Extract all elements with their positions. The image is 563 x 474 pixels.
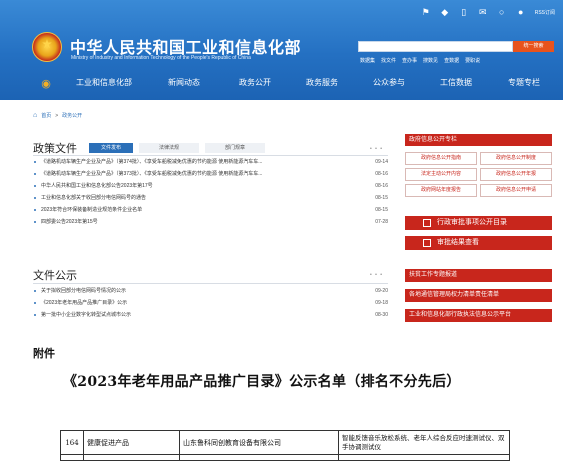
search-doc-icon — [423, 239, 431, 247]
nav-item-open-gov[interactable]: 政务公开 — [239, 77, 271, 88]
nav-item-miit[interactable]: 工业和信息化部 — [76, 77, 132, 88]
cell-product: 智能反馈音乐放松系统、老年人综合反应时速测试仪、双手协调测试仪 — [338, 430, 510, 455]
shield-icon[interactable]: ⚑ — [421, 7, 431, 17]
website-report-link[interactable]: 政府网站年度报告 — [405, 184, 477, 197]
mail-icon[interactable]: ✉ — [478, 7, 488, 17]
breadcrumb-home[interactable]: 首页 — [41, 112, 51, 119]
policy-tabs: 文件发布 法律法规 部门规章 — [89, 143, 265, 153]
quick-link[interactable]: 找文件 — [381, 57, 396, 64]
approval-result-label: 审批结果查看 — [437, 239, 479, 246]
quick-link[interactable]: 查办事 — [402, 57, 417, 64]
tab-file-release[interactable]: 文件发布 — [89, 143, 133, 153]
list-item[interactable]: 第一批中小企业数字化转型试点城市公示 08-30 — [33, 309, 388, 321]
annual-report-link[interactable]: 政府信息公开年报 — [480, 168, 552, 181]
cell-category: 健康促进产品 — [83, 430, 180, 455]
list-item-title[interactable]: 2023年符合环保装备制造业规范条件企业名单 — [41, 207, 142, 213]
notice-more-link[interactable]: • • • — [370, 272, 383, 278]
main-nav: ◉ 工业和信息化部 新闻动态 政务公开 政务服务 公众参与 工信数据 专题专栏 — [0, 73, 563, 93]
site-header: ⚑ ◆ ▯ ✉ ○ ● RSS订阅 中华人民共和国工业和信息化部 Ministr… — [0, 0, 563, 100]
list-item-title[interactable]: 第一批中小企业数字化转型试点城市公示 — [41, 312, 131, 318]
list-item[interactable]: 关于拟收回部分电信网码号情况的公示 09-20 — [33, 285, 388, 297]
list-item[interactable]: 《2023年老年用品产品推广目录》公示 09-18 — [33, 297, 388, 309]
table-row — [60, 454, 510, 461]
list-item-title[interactable]: 《道路机动车辆生产企业及产品》（第373批）、《享受车船税减免优惠的节约能源 使… — [41, 171, 262, 177]
sign-icon[interactable]: ◆ — [440, 7, 450, 17]
list-item[interactable]: 《道路机动车辆生产企业及产品》（第373批）、《享受车船税减免优惠的节约能源 使… — [33, 168, 388, 180]
wechat-icon[interactable]: ○ — [497, 7, 507, 17]
list-item-title[interactable]: 关于拟收回部分电信网码号情况的公示 — [41, 288, 126, 294]
header-toolbar: ⚑ ◆ ▯ ✉ ○ ● RSS订阅 — [421, 7, 555, 17]
list-item-title[interactable]: 《2023年老年用品产品推广目录》公示 — [41, 300, 127, 306]
search-button[interactable]: 统一搜索 — [513, 41, 554, 52]
mobile-icon[interactable]: ▯ — [459, 7, 469, 17]
quick-link[interactable]: 数据集 — [360, 57, 375, 64]
national-emblem-icon — [32, 32, 62, 62]
notice-list: 关于拟收回部分电信网码号情况的公示 09-20 《2023年老年用品产品推广目录》… — [33, 285, 388, 321]
weibo-icon[interactable]: ● — [516, 7, 526, 17]
cell-no: 164 — [60, 430, 84, 455]
gov-info-grid: 政府信息公开指南 政府信息公开制度 法定主动公开内容 政府信息公开年报 政府网站… — [405, 152, 552, 197]
policy-list: 《道路机动车辆生产企业及产品》（第374批）、《享受车船税减免优惠的节约能源 使… — [33, 156, 388, 228]
list-item-date: 09-18 — [375, 300, 388, 306]
attachment-label: 附件 — [33, 347, 55, 360]
tab-laws[interactable]: 法律法规 — [139, 143, 199, 153]
list-item-title[interactable]: 工业和信息化部关于收回部分电信网码号的通告 — [41, 195, 146, 201]
site-subtitle: Ministry of Industry and Information Tec… — [71, 55, 251, 61]
list-item-title[interactable]: 四部委公告2023年第15号 — [41, 219, 98, 225]
cell-company: 山东鲁科同创教育设备有限公司 — [179, 430, 339, 455]
breadcrumb: ⌂ 首页 > 政务公开 — [33, 112, 82, 119]
nav-item-services[interactable]: 政务服务 — [306, 77, 338, 88]
breadcrumb-separator: > — [55, 112, 59, 119]
quick-links: 数据集 找文件 查办事 搜数见 查数据 要职说 — [360, 57, 480, 64]
quick-link[interactable]: 查数据 — [444, 57, 459, 64]
list-item[interactable]: 2023年符合环保装备制造业规范条件企业名单 08-15 — [33, 204, 388, 216]
list-item-date: 08-16 — [375, 183, 388, 189]
list-item-date: 08-15 — [375, 207, 388, 213]
list-item-date: 09-14 — [375, 159, 388, 165]
enforcement-platform-link[interactable]: 工业和信息化部行政执法信息公示平台 — [405, 309, 552, 322]
list-item-date: 08-30 — [375, 312, 388, 318]
product-table: 164 健康促进产品 山东鲁科同创教育设备有限公司 智能反馈音乐放松系统、老年人… — [60, 430, 510, 461]
approval-catalog-button[interactable]: 行政审批事项公开目录 — [405, 216, 552, 230]
list-item[interactable]: 中华人民共和国工业和信息化部公告2023年第17号 08-16 — [33, 180, 388, 192]
list-icon — [423, 219, 431, 227]
list-item-date: 08-15 — [375, 195, 388, 201]
divider — [33, 283, 388, 284]
document-title: 《2023年老年用品产品推广目录》公示名单（排名不分先后） — [63, 374, 461, 390]
list-item-date: 07-28 — [375, 219, 388, 225]
tab-regulations[interactable]: 部门规章 — [205, 143, 265, 153]
list-item-title[interactable]: 《道路机动车辆生产企业及产品》（第374批）、《享受车船税减免优惠的节约能源 使… — [41, 159, 262, 165]
disclosure-request-link[interactable]: 政府信息公开申请 — [480, 184, 552, 197]
gov-info-guide-link[interactable]: 政府信息公开指南 — [405, 152, 477, 165]
quick-link[interactable]: 要职说 — [465, 57, 480, 64]
list-item[interactable]: 工业和信息化部关于收回部分电信网码号的通告 08-15 — [33, 192, 388, 204]
policy-more-link[interactable]: • • • — [370, 146, 383, 152]
list-item-date: 08-16 — [375, 171, 388, 177]
gov-info-system-link[interactable]: 政府信息公开制度 — [480, 152, 552, 165]
approval-result-button[interactable]: 审批结果查看 — [405, 236, 552, 250]
search-input[interactable] — [358, 41, 513, 52]
nav-item-topics[interactable]: 专题专栏 — [508, 77, 540, 88]
poverty-topic-link[interactable]: 扶贫工作专题报道 — [405, 269, 552, 282]
active-disclosure-link[interactable]: 法定主动公开内容 — [405, 168, 477, 181]
nav-item-participation[interactable]: 公众参与 — [373, 77, 405, 88]
gov-info-head[interactable]: 政府信息公开专栏 — [405, 134, 552, 146]
policy-panel-title[interactable]: 政策文件 — [33, 140, 77, 156]
power-list-link[interactable]: 各地通信管理局权力清单责任清单 — [405, 289, 552, 302]
nav-item-news[interactable]: 新闻动态 — [168, 77, 200, 88]
nav-home-icon[interactable]: ◉ — [36, 77, 56, 90]
quick-link[interactable]: 搜数见 — [423, 57, 438, 64]
table-row: 164 健康促进产品 山东鲁科同创教育设备有限公司 智能反馈音乐放松系统、老年人… — [60, 430, 510, 455]
rss-link[interactable]: RSS订阅 — [535, 9, 555, 16]
approval-catalog-label: 行政审批事项公开目录 — [437, 219, 507, 226]
list-item[interactable]: 《道路机动车辆生产企业及产品》（第374批）、《享受车船税减免优惠的节约能源 使… — [33, 156, 388, 168]
list-item[interactable]: 四部委公告2023年第15号 07-28 — [33, 216, 388, 228]
nav-item-data[interactable]: 工信数据 — [440, 77, 472, 88]
home-icon[interactable]: ⌂ — [33, 112, 37, 119]
breadcrumb-current[interactable]: 政务公开 — [62, 112, 82, 119]
list-item-date: 09-20 — [375, 288, 388, 294]
list-item-title[interactable]: 中华人民共和国工业和信息化部公告2023年第17号 — [41, 183, 153, 189]
notice-panel-title[interactable]: 文件公示 — [33, 267, 77, 283]
